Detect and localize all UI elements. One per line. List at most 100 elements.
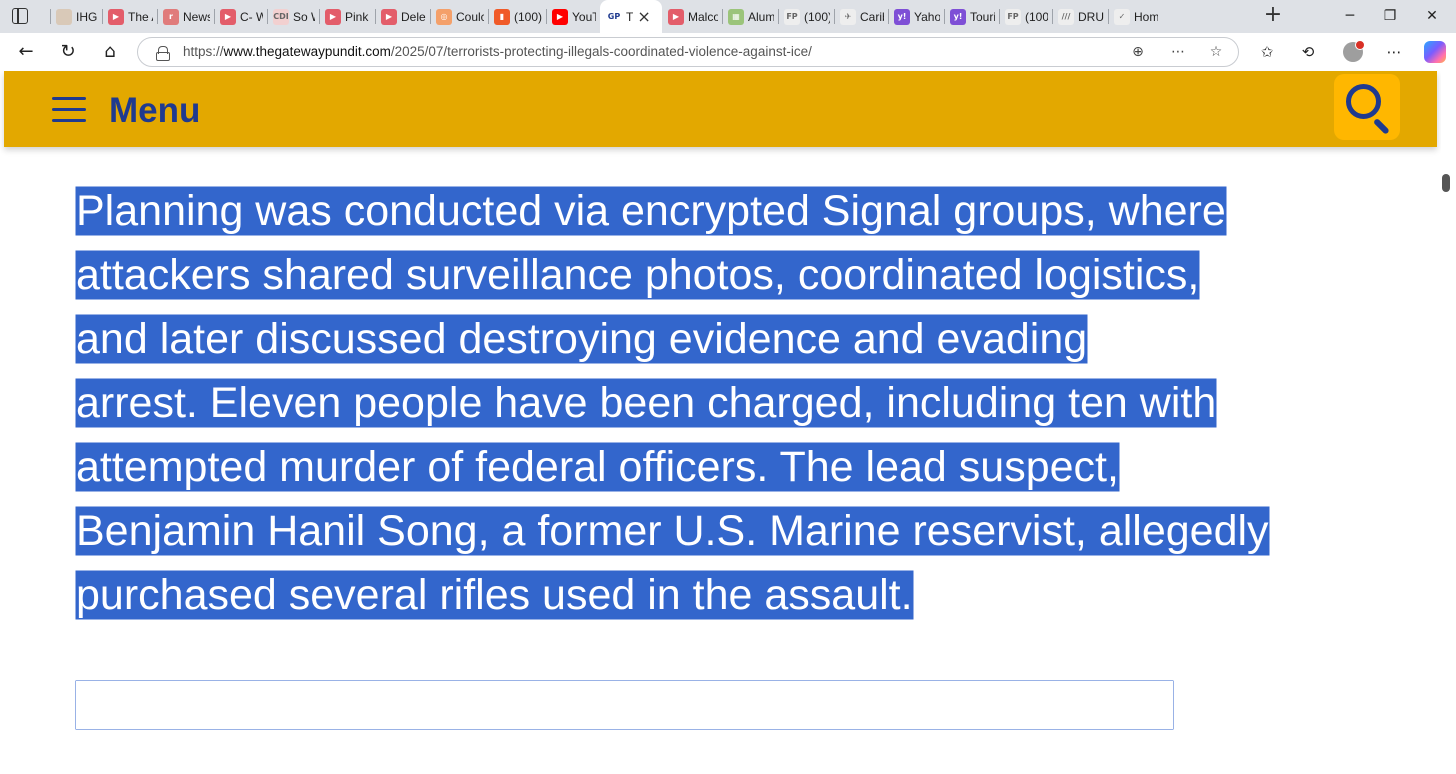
text-line: arrest. Eleven people have been charged,… bbox=[76, 371, 1386, 435]
drudge-icon: /// bbox=[1058, 8, 1074, 25]
home-page-icon: ✓ bbox=[1114, 8, 1130, 25]
browser-tab[interactable]: y! Yahoo bbox=[888, 0, 944, 33]
news-icon: r bbox=[163, 8, 179, 25]
maximize-icon[interactable]: ❐ bbox=[1378, 4, 1402, 28]
video-icon: ▶ bbox=[381, 8, 397, 25]
search-icon-handle bbox=[1372, 117, 1390, 135]
browser-tab[interactable]: ✓ Home bbox=[1108, 0, 1162, 33]
browser-tab[interactable]: ▶ Pink F bbox=[319, 0, 375, 33]
menu-button[interactable]: Menu bbox=[109, 91, 200, 131]
tab-label: The A bbox=[128, 9, 153, 24]
tab-label: Malco bbox=[688, 9, 718, 24]
browser-tab[interactable]: /// DRUD bbox=[1052, 0, 1108, 33]
text-line: Benjamin Hanil Song, a former U.S. Marin… bbox=[76, 499, 1386, 563]
tab-label: DRUD bbox=[1078, 9, 1104, 24]
browser-tab[interactable]: ▶ The A bbox=[102, 0, 157, 33]
browser-tab[interactable]: ▶ C- Wa bbox=[214, 0, 267, 33]
tab-label: So W bbox=[293, 9, 315, 24]
tab-label: (100) bbox=[514, 9, 542, 24]
new-tab-button[interactable]: + bbox=[1262, 4, 1284, 27]
back-icon[interactable]: ← bbox=[14, 40, 38, 64]
substack-icon: ◎ bbox=[436, 8, 452, 25]
browser-tab[interactable]: ✈ Carib bbox=[834, 0, 888, 33]
video-icon: ▶ bbox=[220, 8, 236, 25]
text-line: purchased several rifles used in the ass… bbox=[76, 563, 1386, 627]
fp-icon: FP bbox=[784, 8, 800, 25]
tab-active[interactable]: GP T × bbox=[600, 0, 662, 33]
tab-label: YouTu bbox=[572, 9, 596, 24]
selected-text: Planning was conducted via encrypted Sig… bbox=[76, 187, 1226, 235]
browser-toolbar: ← ↻ ⌂ https://www.thegatewaypundit.com/2… bbox=[0, 33, 1456, 71]
text-line: Planning was conducted via encrypted Sig… bbox=[76, 179, 1386, 243]
search-button[interactable] bbox=[1334, 74, 1400, 140]
history-icon[interactable]: ⟲ bbox=[1296, 40, 1320, 64]
cdi-icon: CDI bbox=[273, 8, 289, 25]
selected-text: arrest. Eleven people have been charged,… bbox=[76, 379, 1217, 427]
article-paragraph-selected[interactable]: Planning was conducted via encrypted Sig… bbox=[76, 179, 1386, 627]
search-icon bbox=[1346, 84, 1381, 119]
browser-tab[interactable]: ▦ Alum bbox=[722, 0, 778, 33]
tab-label: Yahoo bbox=[914, 9, 940, 24]
close-window-icon[interactable]: ✕ bbox=[1420, 4, 1444, 28]
tab-label: (100) bbox=[1025, 9, 1048, 24]
copilot-icon[interactable] bbox=[1424, 41, 1446, 63]
video-icon: ▶ bbox=[108, 8, 124, 25]
browser-tab[interactable]: ▶ YouTu bbox=[546, 0, 600, 33]
tab-strip: IHG C ▶ The A r News ▶ C- Wa CDI So W ▶ Pink F ▶ Del… bbox=[0, 0, 1456, 33]
favorite-star-icon[interactable]: ☆ bbox=[1206, 42, 1226, 62]
selected-text: and later discussed destroying evidence … bbox=[76, 315, 1088, 363]
fp-icon: FP bbox=[1005, 8, 1021, 25]
refresh-icon[interactable]: ↻ bbox=[56, 40, 80, 64]
tab-label: (100) bbox=[804, 9, 830, 24]
zoom-icon[interactable]: ⊕ bbox=[1128, 42, 1148, 62]
video-icon: ▶ bbox=[668, 8, 684, 25]
tab-label: Pink F bbox=[345, 9, 371, 24]
profile-avatar[interactable] bbox=[1343, 40, 1365, 62]
selected-text: Benjamin Hanil Song, a former U.S. Marin… bbox=[76, 507, 1269, 555]
youtube-icon: ▶ bbox=[552, 8, 568, 25]
browser-tab[interactable]: y! Touris bbox=[944, 0, 999, 33]
tab-label: IHG C bbox=[76, 9, 98, 24]
article-paragraph[interactable]: After the attack, Song was hidden by gro… bbox=[76, 673, 1386, 737]
tab-label: C- Wa bbox=[240, 9, 263, 24]
browser-tab[interactable]: ▮ (100) bbox=[488, 0, 546, 33]
site-header: Menu bbox=[4, 71, 1437, 147]
url-text[interactable]: https://www.thegatewaypundit.com/2025/07… bbox=[183, 44, 812, 59]
browser-tab[interactable]: FP (100) bbox=[778, 0, 834, 33]
plane-icon: ✈ bbox=[840, 8, 856, 25]
favorites-icon[interactable]: ✩ bbox=[1255, 40, 1279, 64]
hamburger-icon[interactable] bbox=[52, 97, 88, 123]
gp-icon: GP bbox=[606, 8, 622, 25]
browser-tab[interactable]: ◎ Coulc bbox=[430, 0, 488, 33]
text-line: attempted murder of federal officers. Th… bbox=[76, 435, 1386, 499]
browser-tab[interactable]: ▶ Malco bbox=[662, 0, 722, 33]
yahoo-icon: y! bbox=[950, 8, 966, 25]
browser-tab[interactable]: ▶ Deler bbox=[375, 0, 430, 33]
sidebar-toggle-icon[interactable] bbox=[12, 8, 28, 24]
text-line: attackers shared surveillance photos, co… bbox=[76, 243, 1386, 307]
browser-tab[interactable]: IHG C bbox=[50, 0, 102, 33]
browser-tab[interactable]: r News bbox=[157, 0, 214, 33]
tab-list: IHG C ▶ The A r News ▶ C- Wa CDI So W ▶ Pink F ▶ Del… bbox=[50, 0, 1162, 33]
paragraph-text: After the attack, Song was hidden by gro… bbox=[76, 681, 1174, 729]
tab-label: T bbox=[626, 9, 634, 24]
page-viewport: Menu Planning was conducted via encrypte… bbox=[0, 71, 1456, 774]
scrollbar-thumb[interactable] bbox=[1442, 174, 1450, 192]
tab-close-icon[interactable]: × bbox=[637, 8, 650, 25]
map-icon: ▦ bbox=[728, 8, 744, 25]
more-menu-icon[interactable]: ⋯ bbox=[1382, 40, 1406, 64]
address-bar[interactable]: https://www.thegatewaypundit.com/2025/07… bbox=[137, 37, 1239, 67]
tab-label: Deler bbox=[401, 9, 426, 24]
selected-text: attempted murder of federal officers. Th… bbox=[76, 443, 1119, 491]
home-icon[interactable]: ⌂ bbox=[98, 40, 122, 64]
browser-tab[interactable]: CDI So W bbox=[267, 0, 319, 33]
selected-text: purchased several rifles used in the ass… bbox=[76, 571, 913, 619]
article-body: Planning was conducted via encrypted Sig… bbox=[76, 179, 1386, 737]
browser-tab[interactable]: FP (100) bbox=[999, 0, 1052, 33]
text-line: After the attack, Song was hidden by gro… bbox=[76, 673, 1386, 737]
reading-options-icon[interactable]: ⋯ bbox=[1168, 42, 1188, 62]
lock-icon[interactable] bbox=[156, 46, 170, 61]
minimize-icon[interactable]: ─ bbox=[1338, 4, 1362, 28]
video-icon: ▶ bbox=[325, 8, 341, 25]
text-line: and later discussed destroying evidence … bbox=[76, 307, 1386, 371]
